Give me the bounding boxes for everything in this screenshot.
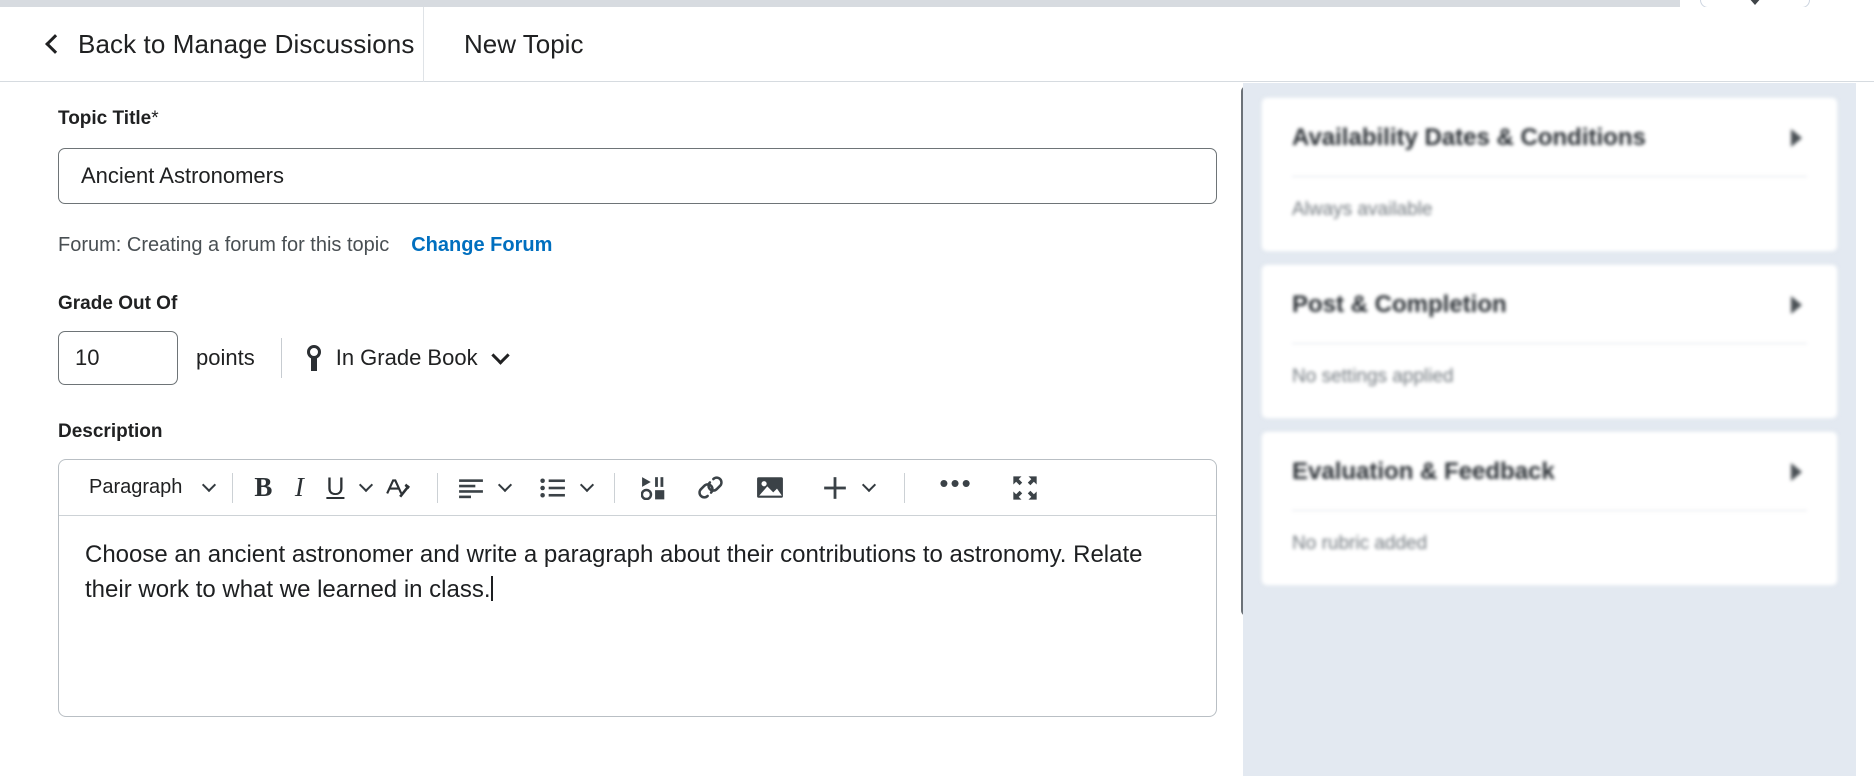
bulleted-list-icon — [540, 477, 566, 498]
required-marker: * — [151, 108, 159, 129]
chevron-down-icon — [498, 477, 513, 493]
chevron-down-icon — [202, 477, 217, 493]
description-body-text: Choose an ancient astronomer and write a… — [85, 541, 1143, 603]
description-label: Description — [58, 421, 163, 442]
toolbar-separator — [437, 472, 439, 503]
editor-toolbar: Paragraph B I U ••• — [59, 460, 1216, 516]
panel-divider — [1292, 176, 1807, 177]
insert-image-icon — [757, 477, 784, 498]
page-title: New Topic — [464, 28, 584, 59]
forum-row: Forum: Creating a forum for this topic C… — [58, 234, 1243, 257]
insert-more-dropdown[interactable] — [814, 468, 877, 508]
settings-sidebar: Availability Dates & Conditions Always a… — [1243, 83, 1856, 776]
forum-description: Forum: Creating a forum for this topic — [58, 234, 390, 256]
panel-divider — [1292, 510, 1807, 511]
list-dropdown[interactable] — [532, 468, 595, 508]
panel-summary: No rubric added — [1292, 533, 1428, 554]
page-header: Back to Manage Discussions New Topic — [0, 6, 1874, 82]
insert-media-icon — [641, 476, 665, 500]
fullscreen-button[interactable] — [995, 468, 1055, 508]
panel-title: Evaluation & Feedback — [1292, 458, 1555, 485]
topic-title-label-text: Topic Title — [58, 108, 152, 129]
form-pane: Topic Title* Forum: Creating a forum for… — [0, 83, 1243, 776]
underline-button[interactable]: U — [317, 468, 353, 508]
bulleted-list-button[interactable] — [532, 468, 574, 508]
more-options-icon: ••• — [939, 467, 973, 498]
align-left-button[interactable] — [450, 468, 492, 508]
insert-image-button[interactable] — [740, 468, 800, 508]
panel-header: Post & Completion — [1292, 291, 1807, 319]
more-options-button[interactable]: ••• — [917, 468, 994, 508]
points-unit-label: points — [196, 345, 255, 370]
chevron-down-icon — [490, 345, 510, 365]
paragraph-style-dropdown[interactable]: Paragraph — [73, 468, 220, 508]
panel-evaluation-feedback[interactable]: Evaluation & Feedback No rubric added — [1261, 431, 1838, 586]
panel-title: Availability Dates & Conditions — [1292, 124, 1646, 151]
text-caret — [490, 575, 493, 601]
toolbar-separator — [232, 472, 234, 503]
panel-title: Post & Completion — [1292, 291, 1507, 318]
chevron-down-icon — [862, 477, 877, 493]
panel-header: Evaluation & Feedback — [1292, 458, 1807, 486]
grade-divider — [280, 338, 282, 378]
description-editor: Paragraph B I U ••• Choose an ancient as… — [58, 459, 1217, 717]
chevron-down-icon — [580, 477, 595, 493]
panel-summary: No settings applied — [1292, 366, 1454, 387]
grade-out-of-input[interactable] — [58, 331, 178, 385]
caret-down-icon — [1748, 0, 1762, 5]
panel-divider — [1292, 343, 1807, 344]
description-text-area[interactable]: Choose an ancient astronomer and write a… — [59, 516, 1216, 716]
panel-post-completion[interactable]: Post & Completion No settings applied — [1261, 264, 1838, 419]
in-grade-book-dropdown[interactable]: In Grade Book — [304, 345, 510, 371]
grade-row: points In Grade Book — [58, 331, 1243, 385]
expand-triangle-icon[interactable] — [1789, 462, 1807, 482]
format-painter-button[interactable] — [371, 468, 425, 508]
page-body: Topic Title* Forum: Creating a forum for… — [0, 83, 1874, 776]
align-left-icon — [459, 478, 484, 498]
insert-more-plus-icon — [824, 476, 847, 499]
topic-title-input[interactable] — [58, 148, 1217, 204]
toolbar-separator — [904, 472, 906, 503]
panel-summary: Always available — [1292, 199, 1433, 220]
back-to-manage-discussions-button[interactable]: Back to Manage Discussions — [0, 6, 424, 82]
underline-dropdown[interactable]: U — [317, 468, 374, 508]
new-topic-page: Back to Manage Discussions New Topic Top… — [0, 0, 1874, 776]
toolbar-separator — [614, 472, 616, 503]
alignment-dropdown[interactable] — [450, 468, 513, 508]
chevron-left-icon — [45, 34, 65, 54]
change-forum-link[interactable]: Change Forum — [411, 234, 552, 257]
italic-button[interactable]: I — [281, 468, 317, 508]
insert-media-button[interactable] — [627, 468, 681, 508]
expand-triangle-icon[interactable] — [1789, 295, 1807, 315]
in-grade-book-label: In Grade Book — [335, 345, 478, 370]
grade-out-of-label: Grade Out Of — [58, 293, 178, 314]
bold-button[interactable]: B — [245, 468, 281, 508]
ribbon-award-icon — [304, 345, 324, 371]
insert-more-plus-button[interactable] — [814, 468, 856, 508]
insert-link-button[interactable] — [681, 468, 740, 508]
panel-header: Availability Dates & Conditions — [1292, 124, 1807, 152]
topic-title-label: Topic Title* — [58, 108, 1243, 130]
paragraph-style-label: Paragraph — [89, 476, 183, 498]
back-button-label: Back to Manage Discussions — [78, 28, 415, 59]
panel-availability-dates-conditions[interactable]: Availability Dates & Conditions Always a… — [1261, 97, 1838, 252]
expand-triangle-icon[interactable] — [1789, 128, 1807, 148]
format-painter-icon — [386, 478, 411, 497]
fullscreen-icon — [1013, 475, 1037, 500]
insert-link-icon — [698, 476, 724, 499]
